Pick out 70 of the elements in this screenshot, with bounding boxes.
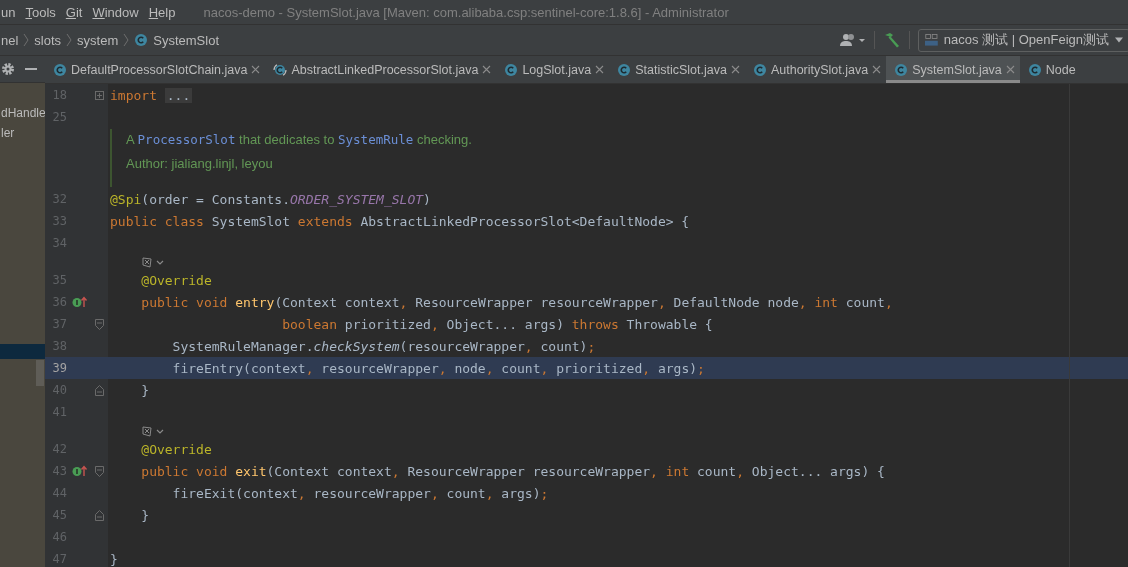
menu-item[interactable]: Help: [144, 4, 182, 20]
abstract-class-icon: [273, 62, 288, 77]
breadcrumb[interactable]: nel: [1, 32, 19, 48]
users-dropdown-icon[interactable]: [840, 32, 866, 48]
doc-text: Author: jialiang.linjl, leyou: [126, 155, 274, 173]
scrollbar-thumb[interactable]: [36, 360, 44, 386]
menu-item[interactable]: Window: [88, 4, 145, 20]
class-icon: [894, 62, 909, 77]
fold-icon[interactable]: [94, 465, 104, 477]
menu-item[interactable]: un: [0, 4, 22, 20]
editor-tab[interactable]: AuthoritySlot.java: [744, 56, 887, 83]
class-icon: [752, 62, 767, 77]
chevron-icon: [23, 33, 30, 47]
chevron-icon: [123, 33, 130, 47]
hammer-icon[interactable]: [883, 32, 901, 48]
code-line: }: [140, 507, 150, 523]
code-line: @Override: [140, 272, 212, 288]
close-icon[interactable]: [1005, 65, 1015, 74]
project-tree-item[interactable]: dHandle: [0, 103, 45, 123]
settings-icon[interactable]: [1, 62, 15, 76]
code-line: @Override: [140, 441, 212, 457]
window-title: nacos-demo - SystemSlot.java [Maven: com.alibaba.csp:sentinel-core:1.8.6] - Administrator: [203, 4, 729, 20]
fold-icon[interactable]: [94, 318, 104, 330]
code-line: SystemRuleManager.checkSystem(resourceWrapper, count);: [171, 338, 596, 354]
close-icon[interactable]: [872, 65, 882, 74]
inlay-hint-icon[interactable]: [141, 255, 165, 268]
menu-item[interactable]: Tools: [21, 4, 62, 20]
code-line: @Spi(order = Constants.ORDER_SYSTEM_SLOT): [109, 191, 431, 207]
code-line: import ...: [109, 87, 193, 103]
editor-tab[interactable]: Node: [1019, 56, 1081, 83]
editor-tab[interactable]: DefaultProcessorSlotChain.java: [45, 56, 266, 83]
class-icon: [617, 62, 632, 77]
code-line: fireExit(context, resourceWrapper, count, args);: [171, 485, 549, 501]
fold-icon[interactable]: [94, 509, 104, 521]
class-icon: [1027, 62, 1042, 77]
run-configuration-dropdown[interactable]: nacos 测试 | OpenFeign测试: [918, 28, 1128, 52]
implements-arrow-icon[interactable]: [72, 296, 88, 308]
caret-icon: [1115, 37, 1123, 43]
class-icon: [53, 62, 67, 77]
inlay-hint-icon[interactable]: [141, 424, 165, 437]
code-line: public void entry(Context context, ResourceWrapper resourceWrapper, DefaultNode node, int count,: [140, 294, 893, 310]
class-icon: [134, 33, 149, 47]
code-line: }: [140, 382, 150, 398]
doc-text: A ProcessorSlot that dedicates to SystemRule checking.: [126, 131, 472, 149]
editor-tab[interactable]: StatisticSlot.java: [609, 56, 745, 83]
code-line: }: [109, 551, 118, 567]
breadcrumb[interactable]: system: [77, 32, 119, 48]
editor-tab[interactable]: SystemSlot.java: [886, 56, 1020, 83]
code-line: public class SystemSlot extends AbstractLinkedProcessorSlot<DefaultNode> {: [109, 213, 690, 229]
close-icon[interactable]: [595, 65, 605, 74]
code-line: boolean prioritized, Object... args) throws Throwable {: [281, 316, 713, 332]
line-number: 39: [51, 361, 67, 375]
minimize-icon[interactable]: [25, 67, 37, 71]
menu-item[interactable]: Git: [61, 4, 89, 20]
close-icon[interactable]: [730, 65, 740, 74]
fold-expand-icon[interactable]: [94, 90, 104, 100]
chevron-icon: [66, 33, 73, 47]
breadcrumb[interactable]: slots: [34, 32, 62, 48]
code-line: fireEntry(context, resourceWrapper, node, count, prioritized, args);: [171, 360, 705, 376]
editor-tab[interactable]: LogSlot.java: [496, 56, 610, 83]
editor-tab[interactable]: AbstractLinkedProcessorSlot.java: [265, 56, 497, 83]
close-icon[interactable]: [251, 65, 261, 74]
project-tree-item[interactable]: ler: [0, 123, 45, 143]
close-icon[interactable]: [482, 65, 492, 74]
class-icon: [504, 62, 519, 77]
code-line: public void exit(Context context, ResourceWrapper resourceWrapper, int count, Object... args) {: [140, 463, 885, 479]
fold-icon[interactable]: [94, 384, 104, 396]
implements-arrow-icon[interactable]: [72, 465, 88, 477]
api-icon: [925, 32, 938, 48]
breadcrumb[interactable]: SystemSlot: [153, 32, 219, 48]
